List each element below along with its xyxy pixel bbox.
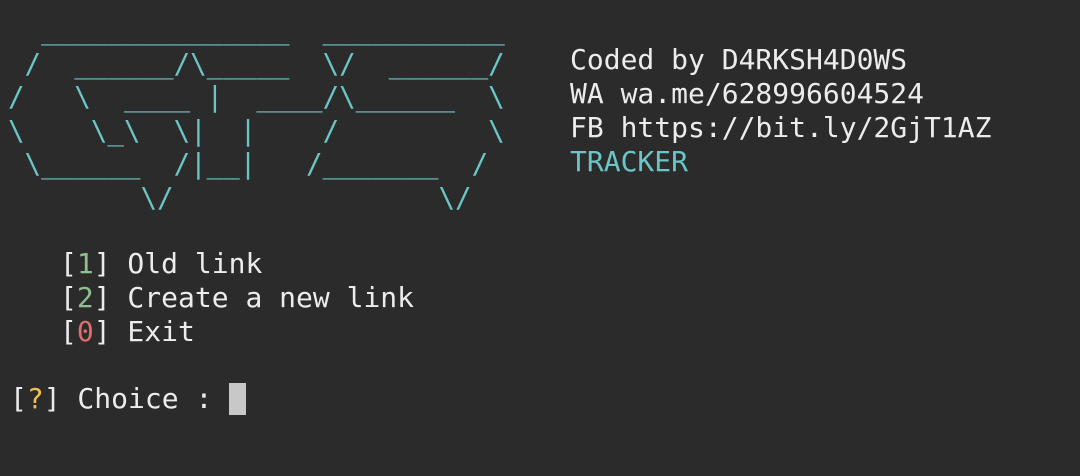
info-block: Coded by D4RKSH4D0WS WA wa.me/6289966045… <box>570 43 991 179</box>
menu-key-2: 2 <box>76 281 94 314</box>
menu-key-1: 1 <box>76 247 94 280</box>
menu-item-create-link[interactable]: [2] Create a new link <box>60 281 414 315</box>
bracket-open: [ <box>60 247 77 280</box>
menu-list: [1] Old link [2] Create a new link [0] E… <box>60 247 414 349</box>
bracket-close: ] <box>93 315 111 348</box>
prompt-bracket-open: [ <box>10 382 27 415</box>
bracket-open: [ <box>60 315 77 348</box>
menu-key-0: 0 <box>76 315 94 348</box>
prompt-label: Choice : <box>60 382 230 415</box>
facebook-link-text: FB https://bit.ly/2GjT1AZ <box>570 111 992 144</box>
terminal-window: _______________ ___________ / ______/\__… <box>0 0 1080 476</box>
prompt-bracket-close: ] <box>43 382 61 415</box>
menu-label-exit: Exit <box>110 315 195 348</box>
menu-label-create-link: Create a new link <box>110 281 415 314</box>
bracket-open: [ <box>60 281 77 314</box>
gps-ascii-logo: _______________ ___________ / ______/\__… <box>8 14 548 224</box>
menu-label-old-link: Old link <box>110 247 263 280</box>
choice-prompt[interactable]: [?] Choice : <box>10 382 247 416</box>
tracker-title: TRACKER <box>570 145 689 178</box>
whatsapp-link-text: WA wa.me/628996604524 <box>570 77 925 110</box>
coded-by-text: Coded by D4RKSH4D0WS <box>570 43 908 76</box>
bracket-close: ] <box>93 247 111 280</box>
prompt-question-mark: ? <box>26 382 44 415</box>
bracket-close: ] <box>93 281 111 314</box>
text-cursor[interactable] <box>229 383 247 415</box>
menu-item-old-link[interactable]: [1] Old link <box>60 247 414 281</box>
menu-item-exit[interactable]: [0] Exit <box>60 315 414 349</box>
ascii-art-text: _______________ ___________ / ______/\__… <box>8 14 505 214</box>
